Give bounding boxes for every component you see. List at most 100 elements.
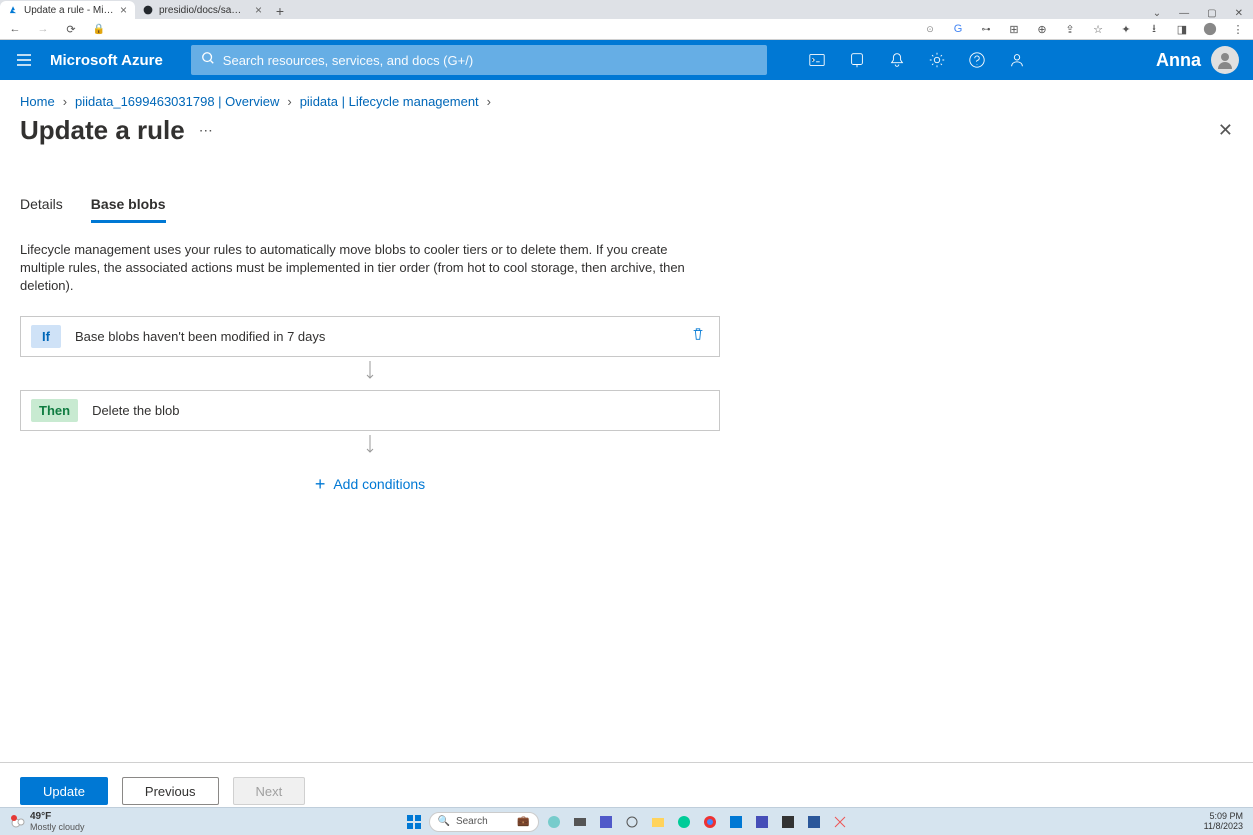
window-controls: ⌄ ― ▢ ✕ xyxy=(1143,8,1253,19)
menu-icon[interactable]: ⋮ xyxy=(1231,22,1245,36)
taskbar-app-edge[interactable] xyxy=(673,811,695,833)
browser-tab-strip: Update a rule - Microsoft Azure × presid… xyxy=(0,0,1253,19)
more-icon[interactable]: ⋯ xyxy=(199,122,214,139)
breadcrumb-home[interactable]: Home xyxy=(20,94,55,109)
bookmark-icon[interactable]: ☆ xyxy=(1091,22,1105,36)
breadcrumb-lifecycle[interactable]: piidata | Lifecycle management xyxy=(300,94,479,109)
taskbar-app-teams[interactable] xyxy=(595,811,617,833)
if-badge: If xyxy=(31,325,61,348)
minimize-icon[interactable]: ― xyxy=(1179,8,1189,19)
user-menu[interactable]: Anna xyxy=(1156,46,1239,74)
cloud-shell-icon[interactable] xyxy=(807,50,827,70)
taskbar-app-outlook[interactable] xyxy=(725,811,747,833)
add-conditions-button[interactable]: + Add conditions xyxy=(20,464,720,505)
breadcrumb: Home › piidata_1699463031798 | Overview … xyxy=(0,80,1253,115)
if-condition-block[interactable]: If Base blobs haven't been modified in 7… xyxy=(20,316,720,357)
download-icon[interactable]: ⭳ xyxy=(1147,22,1161,36)
new-tab-button[interactable]: + xyxy=(270,3,290,19)
page-title-row: Update a rule ⋯ ✕ xyxy=(0,115,1253,166)
share-icon[interactable]: ⇪ xyxy=(1063,22,1077,36)
taskbar-weather[interactable]: 49°F Mostly cloudy xyxy=(10,811,85,832)
search-icon xyxy=(201,51,215,70)
rule-builder: If Base blobs haven't been modified in 7… xyxy=(0,316,740,505)
plus-icon: + xyxy=(315,474,326,495)
windows-taskbar: 49°F Mostly cloudy 🔍 Search 💼 5:09 PM 11… xyxy=(0,807,1253,835)
browser-tab-azure[interactable]: Update a rule - Microsoft Azure × xyxy=(0,1,135,19)
github-favicon xyxy=(143,5,153,15)
delete-condition-icon[interactable] xyxy=(691,327,705,346)
page-title: Update a rule xyxy=(20,115,185,146)
close-tab-icon[interactable]: × xyxy=(255,5,262,15)
lock-icon[interactable]: 🔒 xyxy=(92,22,106,36)
briefcase-icon: 💼 xyxy=(517,816,529,827)
header-toolbar xyxy=(807,50,1027,70)
tab-details[interactable]: Details xyxy=(20,196,63,223)
back-icon[interactable]: ← xyxy=(8,22,22,36)
taskbar-clock[interactable]: 5:09 PM 11/8/2023 xyxy=(1204,812,1243,832)
taskbar-app-settings[interactable] xyxy=(621,811,643,833)
install-icon[interactable]: ⊞ xyxy=(1007,22,1021,36)
extensions-icon[interactable]: ✦ xyxy=(1119,22,1133,36)
tab-base-blobs[interactable]: Base blobs xyxy=(91,196,166,223)
update-button[interactable]: Update xyxy=(20,777,108,805)
then-badge: Then xyxy=(31,399,78,422)
close-window-icon[interactable]: ✕ xyxy=(1235,8,1243,19)
arrow-down-icon xyxy=(20,431,720,464)
wizard-footer: Update Previous Next xyxy=(0,762,1253,805)
close-blade-icon[interactable]: ✕ xyxy=(1218,120,1233,141)
hamburger-icon[interactable] xyxy=(14,50,34,70)
taskbar-app-chrome[interactable] xyxy=(699,811,721,833)
taskbar-center: 🔍 Search 💼 xyxy=(403,811,851,833)
feedback-icon[interactable] xyxy=(1007,50,1027,70)
rule-tabs: Details Base blobs xyxy=(0,196,1253,223)
taskbar-search[interactable]: 🔍 Search 💼 xyxy=(429,812,539,832)
browser-tab-github[interactable]: presidio/docs/samples/deploy × xyxy=(135,1,270,19)
key-icon[interactable]: ⊶ xyxy=(979,22,993,36)
add-conditions-label: Add conditions xyxy=(333,476,425,492)
previous-button[interactable]: Previous xyxy=(122,777,219,805)
chevron-right-icon: › xyxy=(59,94,71,109)
help-icon[interactable] xyxy=(967,50,987,70)
taskbar-date: 11/8/2023 xyxy=(1204,822,1243,832)
start-icon[interactable] xyxy=(403,811,425,833)
azure-favicon xyxy=(8,5,18,15)
close-tab-icon[interactable]: × xyxy=(120,5,127,15)
taskbar-search-label: Search xyxy=(456,816,488,827)
user-name: Anna xyxy=(1156,50,1201,71)
reload-icon[interactable]: ⟳ xyxy=(64,22,78,36)
maximize-icon[interactable]: ▢ xyxy=(1207,8,1216,19)
google-account-icon[interactable]: G xyxy=(951,22,965,36)
search-input[interactable] xyxy=(223,53,757,68)
settings-icon[interactable] xyxy=(927,50,947,70)
sidepanel-icon[interactable]: ◨ xyxy=(1175,22,1189,36)
azure-header: Microsoft Azure Anna xyxy=(0,40,1253,80)
taskbar-app-word[interactable] xyxy=(803,811,825,833)
zoom-icon[interactable]: ⊕ xyxy=(1035,22,1049,36)
taskbar-app-terminal[interactable] xyxy=(777,811,799,833)
forward-icon[interactable]: → xyxy=(36,22,50,36)
azure-brand[interactable]: Microsoft Azure xyxy=(50,52,163,69)
chevron-right-icon: › xyxy=(483,94,495,109)
tab-title: Update a rule - Microsoft Azure xyxy=(24,5,114,16)
copilot-icon[interactable] xyxy=(847,50,867,70)
avatar xyxy=(1211,46,1239,74)
taskbar-app-snip[interactable] xyxy=(829,811,851,833)
taskbar-app-teams2[interactable] xyxy=(751,811,773,833)
taskbar-app-taskview[interactable] xyxy=(569,811,591,833)
taskbar-app-copilot[interactable] xyxy=(543,811,565,833)
if-condition-text: Base blobs haven't been modified in 7 da… xyxy=(75,329,677,344)
global-search[interactable] xyxy=(191,45,767,75)
chevron-down-icon[interactable]: ⌄ xyxy=(1153,8,1161,19)
notifications-icon[interactable] xyxy=(887,50,907,70)
weather-desc: Mostly cloudy xyxy=(30,822,85,832)
then-action-block[interactable]: Then Delete the blob xyxy=(20,390,720,431)
then-action-text: Delete the blob xyxy=(92,403,709,418)
weather-icon xyxy=(10,814,26,830)
profile-icon[interactable] xyxy=(1203,22,1217,36)
tab-title: presidio/docs/samples/deploy xyxy=(159,5,249,16)
lifecycle-description: Lifecycle management uses your rules to … xyxy=(0,223,720,316)
breadcrumb-storage[interactable]: piidata_1699463031798 | Overview xyxy=(75,94,279,109)
translate-icon[interactable]: ⊙ xyxy=(923,22,937,36)
taskbar-app-explorer[interactable] xyxy=(647,811,669,833)
arrow-down-icon xyxy=(20,357,720,390)
